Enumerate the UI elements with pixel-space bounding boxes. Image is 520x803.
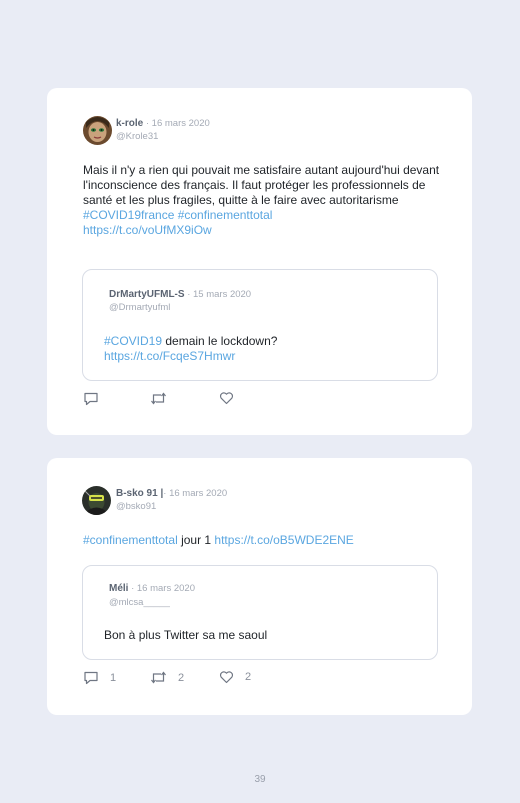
quoted-date: · 16 mars 2020 <box>128 583 195 594</box>
tweet-link[interactable]: https://t.co/oB5WDE2ENE <box>214 533 353 547</box>
avatar[interactable] <box>83 116 112 145</box>
like-count: 2 <box>245 671 252 683</box>
tweet-card: B-sko 91 |· 16 mars 2020 @bsko91 #confin… <box>47 458 472 715</box>
tweet-link[interactable]: https://t.co/voUfMX9iOw <box>83 223 212 237</box>
quoted-link[interactable]: https://t.co/FcqeS7Hmwr <box>104 349 235 363</box>
tweet-card: k-role · 16 mars 2020 @Krole31 Mais il n… <box>47 88 472 435</box>
quoted-text: demain le lockdown? <box>162 334 278 348</box>
quoted-display-name: DrMartyUFML-S <box>109 289 185 300</box>
reply-button[interactable]: 1 <box>83 670 116 685</box>
quoted-handle: @Drmartyufml <box>109 302 171 313</box>
tweet-date: · 16 mars 2020 <box>143 118 210 129</box>
author-name[interactable]: k-role · 16 mars 2020 <box>116 118 210 129</box>
quoted-hashtag[interactable]: #COVID19 <box>104 334 162 348</box>
heart-icon <box>219 392 234 405</box>
retweet-icon <box>151 671 166 684</box>
tweet-text: Mais il n'y a rien qui pouvait me satisf… <box>83 163 440 207</box>
quoted-author-name[interactable]: Méli · 16 mars 2020 <box>109 583 195 594</box>
tweet-hashtag[interactable]: #confinementtotal <box>83 533 178 547</box>
quoted-body: #COVID19 demain le lockdown? https://t.c… <box>104 334 424 364</box>
quoted-tweet[interactable]: DrMartyUFML-S · 15 mars 2020 @Drmartyufm… <box>82 269 438 381</box>
tweet-hashtags[interactable]: #COVID19france #confinementtotal <box>83 208 272 222</box>
author-display-name: k-role <box>116 118 144 129</box>
reply-icon <box>84 671 98 685</box>
heart-icon <box>219 671 234 684</box>
reply-count: 1 <box>110 671 117 684</box>
quoted-author-name[interactable]: DrMartyUFML-S · 15 mars 2020 <box>109 289 251 300</box>
quoted-date: · 15 mars 2020 <box>184 289 252 300</box>
tweet-date: · 16 mars 2020 <box>163 488 228 499</box>
retweet-button[interactable] <box>150 391 178 406</box>
quoted-body: Bon à plus Twitter sa me saoul <box>104 628 424 643</box>
page-number: 39 <box>254 774 266 785</box>
quoted-display-name: Méli <box>109 583 129 594</box>
quoted-tweet[interactable]: Méli · 16 mars 2020 @mlcsa_____ Bon à pl… <box>82 565 438 660</box>
retweet-icon <box>151 392 166 405</box>
tweet-body: #confinementtotal jour 1 https://t.co/oB… <box>83 533 443 548</box>
author-handle: @bsko91 <box>116 501 157 512</box>
reply-button[interactable] <box>83 391 110 406</box>
quoted-handle: @mlcsa_____ <box>109 597 170 608</box>
avatar[interactable] <box>82 486 111 515</box>
like-button[interactable]: 2 <box>219 670 251 684</box>
tweet-body: Mais il n'y a rien qui pouvait me satisf… <box>83 163 443 238</box>
author-handle: @Krole31 <box>116 131 159 142</box>
author-name[interactable]: B-sko 91 |· 16 mars 2020 <box>116 488 227 499</box>
like-button[interactable] <box>219 391 245 405</box>
retweet-button[interactable]: 2 <box>150 670 184 685</box>
reply-icon <box>84 392 98 406</box>
tweet-text: jour 1 <box>177 533 215 547</box>
quoted-text: Bon à plus Twitter sa me saoul <box>104 628 268 642</box>
retweet-count: 2 <box>178 671 185 684</box>
author-display-name: B-sko 91 | <box>116 488 164 499</box>
